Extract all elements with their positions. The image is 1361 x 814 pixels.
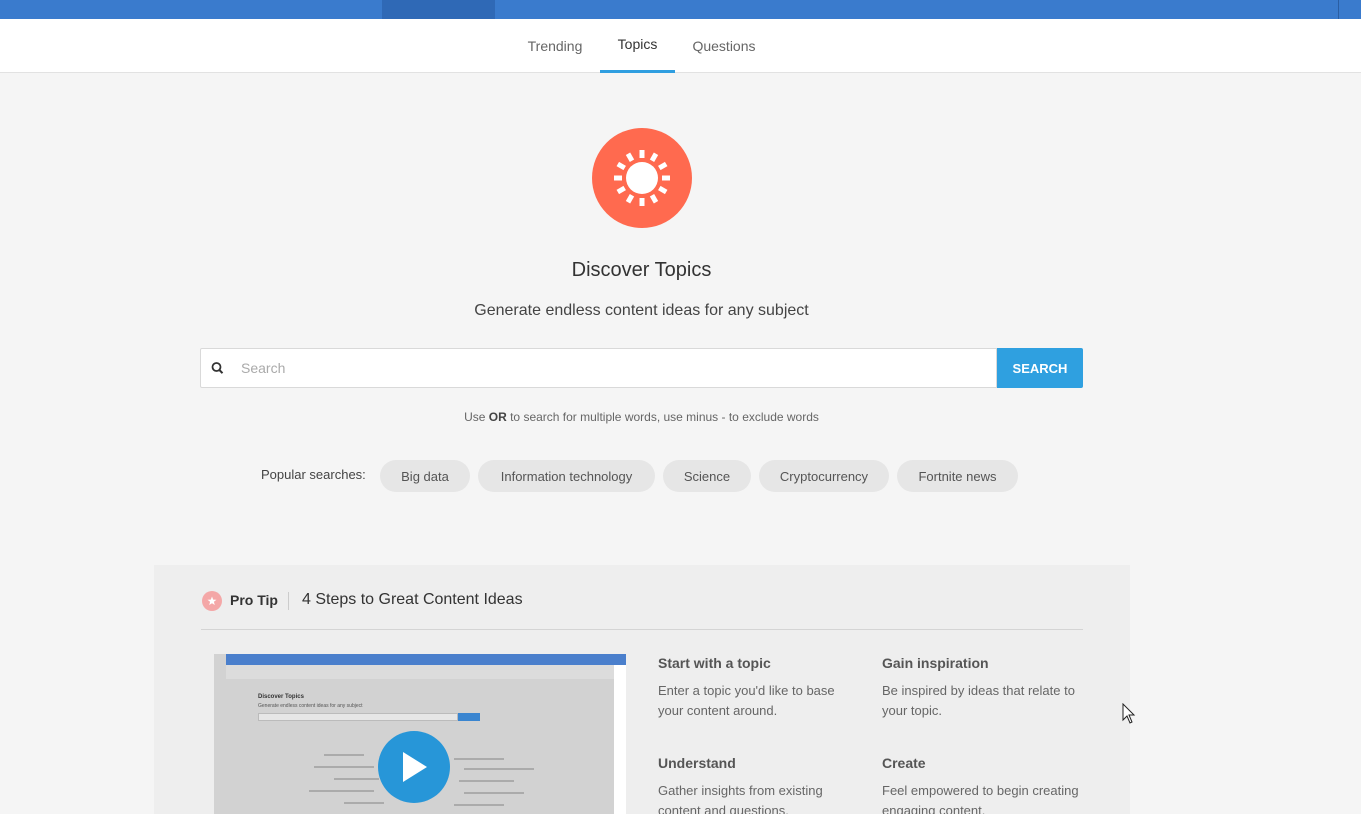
video-thumb-cloud-word — [334, 778, 379, 780]
step-text: Be inspired by ideas that relate to your… — [882, 683, 1075, 718]
popular-search-pill[interactable]: Big data — [380, 460, 470, 492]
tab-topics-label: Topics — [617, 35, 658, 52]
search-hint-post: to search for multiple words, use minus … — [506, 410, 819, 424]
video-thumb-cloud-word — [309, 790, 374, 792]
sun-icon — [592, 128, 692, 228]
pro-tip-title: 4 Steps to Great Content Ideas — [302, 591, 523, 608]
tab-trending[interactable]: Trending — [516, 19, 594, 72]
search-hint-pre: Use — [464, 410, 489, 424]
tab-questions-label: Questions — [692, 37, 756, 54]
search-button[interactable]: SEARCH — [997, 348, 1083, 388]
step-text: Feel empowered to begin creating engagin… — [882, 783, 1079, 814]
pro-tip-divider — [288, 592, 289, 610]
video-thumb-cloud-word — [459, 780, 514, 782]
video-thumb-cloud-word — [464, 792, 524, 794]
search-icon — [211, 362, 224, 374]
search-hint-or: OR — [488, 410, 507, 424]
tab-questions[interactable]: Questions — [680, 19, 768, 72]
popular-search-pill[interactable]: Science — [663, 460, 751, 492]
search-box — [200, 348, 997, 388]
step-heading: Gain inspiration — [882, 655, 989, 671]
app-top-bar — [0, 0, 1361, 19]
popular-search-pill[interactable]: Fortnite news — [897, 460, 1018, 492]
video-thumb-search — [258, 713, 458, 721]
pro-tip-label: Pro Tip — [230, 592, 278, 608]
card-divider — [201, 629, 1083, 630]
video-thumbnail[interactable]: Discover Topics Generate endless content… — [214, 654, 626, 814]
tab-trending-label: Trending — [527, 37, 583, 54]
video-thumb-cloud-word — [344, 802, 384, 804]
video-thumb-subtitle: Generate endless content ideas for any s… — [258, 703, 363, 709]
page-title: Discover Topics — [571, 259, 712, 281]
video-thumb-cloud-word — [454, 758, 504, 760]
video-thumb-cloud-word — [454, 804, 504, 806]
search-hint: Use OR to search for multiple words, use… — [0, 410, 1283, 424]
page-subtitle: Generate endless content ideas for any s… — [474, 302, 809, 319]
step-text: Gather insights from existing content an… — [658, 783, 823, 814]
step-text: Enter a topic you'd like to base your co… — [658, 683, 835, 718]
video-thumb-title: Discover Topics — [258, 694, 304, 700]
video-thumb-button — [458, 713, 480, 721]
video-thumb-cloud-word — [464, 768, 534, 770]
video-thumb-cloud-word — [314, 766, 374, 768]
top-bar-divider — [1338, 0, 1339, 19]
star-icon — [202, 591, 222, 611]
tabs-bar: Trending Topics Questions — [0, 19, 1361, 73]
video-screenshot-topbar — [226, 654, 626, 665]
top-bar-active-segment[interactable] — [382, 0, 495, 19]
tab-topics[interactable]: Topics — [600, 19, 675, 73]
popular-search-pill[interactable]: Cryptocurrency — [759, 460, 889, 492]
popular-search-pill[interactable]: Information technology — [478, 460, 655, 492]
mouse-cursor-icon — [1122, 703, 1136, 724]
step-heading: Create — [882, 755, 926, 771]
step-heading: Understand — [658, 755, 736, 771]
step-heading: Start with a topic — [658, 655, 771, 671]
search-input[interactable] — [241, 349, 981, 387]
video-thumb-cloud-word — [324, 754, 364, 756]
popular-searches-label: Popular searches: — [261, 467, 366, 482]
play-icon[interactable] — [378, 731, 450, 803]
video-screenshot-tabs — [226, 665, 614, 679]
